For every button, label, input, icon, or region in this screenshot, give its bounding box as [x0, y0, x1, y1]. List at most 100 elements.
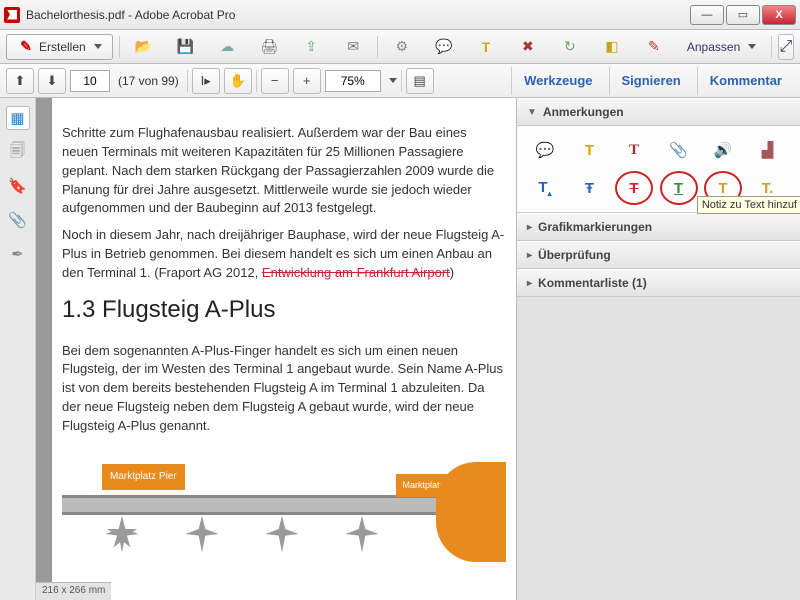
text-correction-icon: T. — [762, 180, 774, 197]
speech-bubble-icon: 💬 — [536, 141, 555, 159]
create-pdf-icon: ✎ — [17, 38, 35, 56]
highlight-t-icon: T — [477, 38, 495, 56]
rotate-button[interactable]: ↻ — [552, 34, 588, 60]
nav-toolbar: ⬆ ⬇ (17 von 99) I▸ ✋ − + ▤ Werkzeuge Sig… — [0, 64, 800, 98]
review-label: Überprüfung — [538, 248, 611, 262]
delete-page-button[interactable]: ✖ — [510, 34, 546, 60]
window-title: Bachelorthesis.pdf - Adobe Acrobat Pro — [26, 8, 688, 22]
zoom-in-button[interactable]: + — [293, 68, 321, 94]
tools-panel-button[interactable]: Werkzeuge — [511, 67, 604, 95]
page-up-button[interactable]: ⬆ — [6, 68, 34, 94]
annotations-header[interactable]: ▼ Anmerkungen — [517, 98, 800, 126]
chevron-down-icon: ▼ — [527, 107, 537, 118]
dropdown-icon — [748, 44, 756, 49]
signatures-tab[interactable]: ✒ — [6, 242, 30, 266]
hand-tool-button[interactable]: ✋ — [224, 68, 252, 94]
maximize-button[interactable]: ▭ — [726, 5, 760, 25]
diagram-label: Marktplatz Pier — [102, 464, 185, 491]
gear-icon: ⚙ — [393, 38, 411, 56]
replace-text-tool[interactable]: Ŧ — [574, 174, 606, 202]
separator — [401, 70, 402, 92]
stamp-icon: ▟ — [762, 141, 774, 159]
separator — [771, 36, 772, 58]
customize-button[interactable]: Anpassen — [678, 34, 765, 60]
fullscreen-button[interactable]: ⤢ — [778, 34, 794, 60]
thumbnails-tab[interactable]: ▦ — [6, 106, 30, 130]
sticky-note-tool[interactable]: 💬 — [529, 136, 561, 164]
view-tool-button[interactable]: ▤ — [406, 68, 434, 94]
settings-button[interactable]: ⚙ — [384, 34, 420, 60]
zoom-out-button[interactable]: − — [261, 68, 289, 94]
pages-tab[interactable]: 🗐 — [6, 140, 30, 164]
plane-icon — [342, 514, 382, 554]
window-titlebar: Bachelorthesis.pdf - Adobe Acrobat Pro —… — [0, 0, 800, 30]
folder-open-icon: 📂 — [134, 38, 152, 56]
print-button[interactable]: 🖨 — [251, 34, 287, 60]
highlight-t-icon: T — [585, 142, 594, 159]
close-button[interactable]: X — [762, 5, 796, 25]
document-viewport[interactable]: Schritte zum Flughafenausbau realisiert.… — [36, 98, 516, 600]
highlight-tool[interactable]: T — [574, 136, 606, 164]
strikethrough-text: Entwicklung am Frankfurt Airport — [262, 265, 450, 280]
stamp-tool[interactable]: ▟ — [752, 136, 784, 164]
email-button[interactable]: ✉ — [335, 34, 371, 60]
rotate-icon: ↻ — [561, 38, 579, 56]
fullscreen-icon: ⤢ — [780, 38, 793, 56]
page-size-status: 216 x 266 mm — [36, 582, 111, 600]
window-buttons: — ▭ X — [688, 5, 796, 25]
atrium-shape — [436, 462, 506, 562]
open-button[interactable]: 📂 — [125, 34, 161, 60]
chevron-right-icon: ▸ — [527, 278, 532, 289]
underline-tool[interactable]: T — [663, 174, 695, 202]
minimize-button[interactable]: — — [690, 5, 724, 25]
graphics-header[interactable]: ▸ Grafikmarkierungen — [517, 213, 800, 241]
chevron-right-icon: ▸ — [527, 250, 532, 261]
comment-panel: ▼ Anmerkungen 💬 T T 📎 🔊 ▟ T▴ Ŧ T T T T. … — [516, 98, 800, 600]
insert-text-tool[interactable]: T▴ — [529, 174, 561, 202]
comment-panel-button[interactable]: Kommentar — [697, 67, 794, 95]
edit-pdf-icon: ✎ — [645, 38, 663, 56]
highlight-button[interactable]: T — [468, 34, 504, 60]
signature-icon: ✒ — [11, 245, 24, 263]
attachments-tab[interactable]: 📎 — [6, 208, 30, 232]
plane-icon — [182, 514, 222, 554]
share-button[interactable]: ⇪ — [293, 34, 329, 60]
audio-comment-tool[interactable]: 🔊 — [707, 136, 739, 164]
sign-panel-button[interactable]: Signieren — [609, 67, 693, 95]
save-button[interactable]: 💾 — [167, 34, 203, 60]
page-down-button[interactable]: ⬇ — [38, 68, 66, 94]
annotations-label: Anmerkungen — [543, 105, 624, 119]
separator — [119, 36, 120, 58]
page-number-input[interactable] — [70, 70, 110, 92]
page-tool-button[interactable]: ◧ — [594, 34, 630, 60]
body-text: Noch in diesem Jahr, nach dreijähriger B… — [62, 226, 506, 283]
text-note-icon: T — [718, 180, 727, 197]
strikethrough-tool[interactable]: T — [618, 174, 650, 202]
text-icon: T — [629, 142, 639, 159]
bookmarks-tab[interactable]: 🔖 — [6, 174, 30, 198]
zoom-dropdown-icon[interactable] — [389, 78, 397, 83]
replace-text-icon: Ŧ — [585, 180, 594, 197]
document-page: Schritte zum Flughafenausbau realisiert.… — [52, 98, 516, 600]
cloud-icon: ☁ — [218, 38, 236, 56]
section-heading: 1.3 Flugsteig A-Plus — [62, 293, 506, 328]
select-tool-button[interactable]: I▸ — [192, 68, 220, 94]
zoom-input[interactable] — [325, 70, 381, 92]
note-button[interactable]: 💬 — [426, 34, 462, 60]
edit-pdf-button[interactable]: ✎ — [636, 34, 672, 60]
create-button[interactable]: ✎ Erstellen — [6, 34, 113, 60]
commentlist-header[interactable]: ▸ Kommentarliste (1) — [517, 269, 800, 297]
body-text: Schritte zum Flughafenausbau realisiert.… — [62, 124, 506, 218]
thumbnails-icon: ▦ — [10, 109, 24, 127]
bookmark-icon: 🔖 — [8, 177, 27, 195]
chevron-right-icon: ▸ — [527, 222, 532, 233]
page-x-icon: ✖ — [519, 38, 537, 56]
annotation-tool-grid: 💬 T T 📎 🔊 ▟ T▴ Ŧ T T T T. Notiz zu Text … — [517, 126, 800, 213]
tooltip: Notiz zu Text hinzuf — [697, 196, 800, 214]
customize-label: Anpassen — [687, 40, 740, 54]
cloud-button[interactable]: ☁ — [209, 34, 245, 60]
review-header[interactable]: ▸ Überprüfung — [517, 241, 800, 269]
attach-file-tool[interactable]: 📎 — [663, 136, 695, 164]
text-tool[interactable]: T — [618, 136, 650, 164]
panel-empty-area — [517, 297, 800, 600]
